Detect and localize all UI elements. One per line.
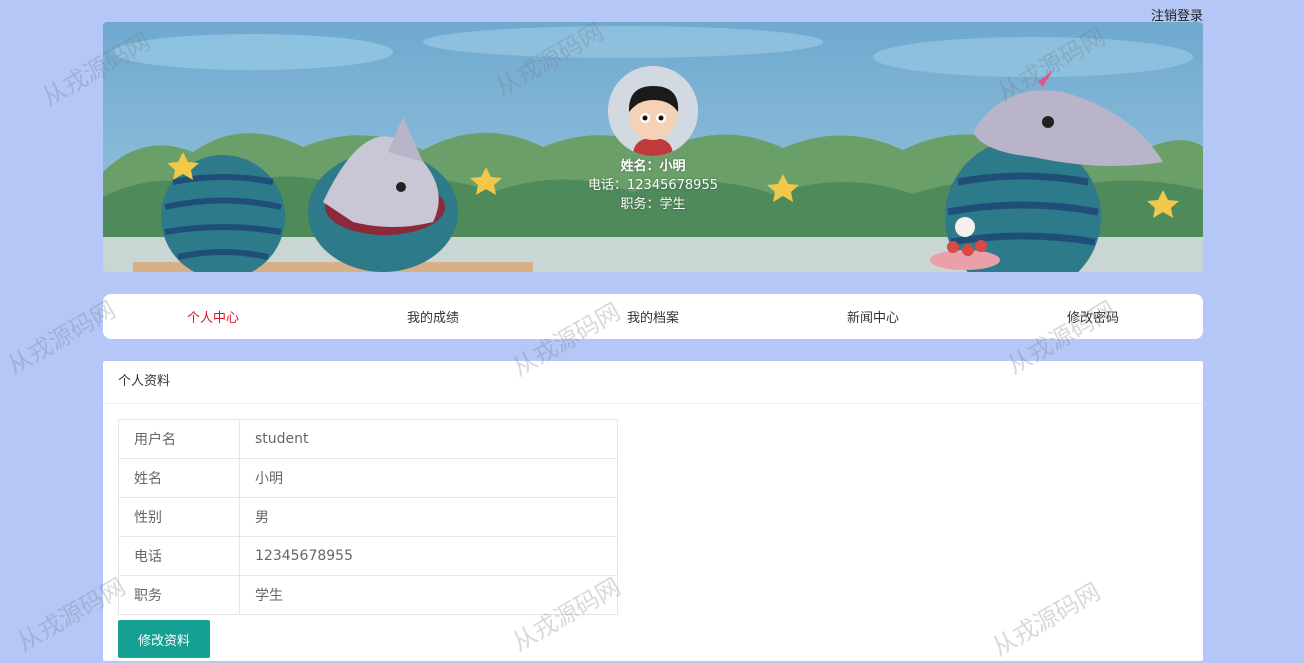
row-value-username: student bbox=[239, 419, 618, 459]
panel-title: 个人资料 bbox=[103, 361, 1203, 404]
table-row: 职务 学生 bbox=[118, 575, 618, 615]
profile-card: 姓名：小明 电话：12345678955 职务：学生 bbox=[103, 22, 1203, 272]
profile-job: 职务：学生 bbox=[103, 195, 1203, 214]
avatar-boy-icon bbox=[608, 66, 698, 156]
profile-table: 用户名 student 姓名 小明 性别 男 电话 12345678955 职务… bbox=[118, 419, 618, 615]
row-key-name: 姓名 bbox=[118, 458, 240, 498]
avatar bbox=[608, 66, 698, 156]
profile-phone: 电话：12345678955 bbox=[103, 176, 1203, 195]
row-value-phone: 12345678955 bbox=[239, 536, 618, 576]
nav-item-news-center[interactable]: 新闻中心 bbox=[763, 294, 983, 339]
profile-panel: 个人资料 用户名 student 姓名 小明 性别 男 电话 123456789… bbox=[103, 361, 1203, 661]
table-row: 用户名 student bbox=[118, 419, 618, 459]
table-row: 电话 12345678955 bbox=[118, 536, 618, 576]
row-key-phone: 电话 bbox=[118, 536, 240, 576]
profile-name-label: 姓名： bbox=[620, 159, 660, 174]
profile-phone-value: 12345678955 bbox=[627, 178, 718, 193]
main-nav: 个人中心 我的成绩 我的档案 新闻中心 修改密码 bbox=[103, 294, 1203, 339]
nav-item-my-grades[interactable]: 我的成绩 bbox=[323, 294, 543, 339]
row-value-name: 小明 bbox=[239, 458, 618, 498]
row-value-job: 学生 bbox=[239, 575, 618, 615]
row-value-gender: 男 bbox=[239, 497, 618, 537]
profile-name-value: 小明 bbox=[659, 159, 686, 174]
profile-phone-label: 电话： bbox=[588, 178, 628, 193]
profile-job-label: 职务： bbox=[620, 197, 660, 212]
profile-name: 姓名：小明 bbox=[103, 157, 1203, 176]
nav-item-change-password[interactable]: 修改密码 bbox=[983, 294, 1203, 339]
nav-item-my-records[interactable]: 我的档案 bbox=[543, 294, 763, 339]
row-key-username: 用户名 bbox=[118, 419, 240, 459]
profile-job-value: 学生 bbox=[659, 197, 686, 212]
nav-item-personal-center[interactable]: 个人中心 bbox=[103, 294, 323, 339]
row-key-job: 职务 bbox=[118, 575, 240, 615]
table-row: 姓名 小明 bbox=[118, 458, 618, 498]
edit-profile-button[interactable]: 修改资料 bbox=[118, 620, 210, 658]
profile-banner: 姓名：小明 电话：12345678955 职务：学生 bbox=[103, 22, 1203, 272]
row-key-gender: 性别 bbox=[118, 497, 240, 537]
table-row: 性别 男 bbox=[118, 497, 618, 537]
